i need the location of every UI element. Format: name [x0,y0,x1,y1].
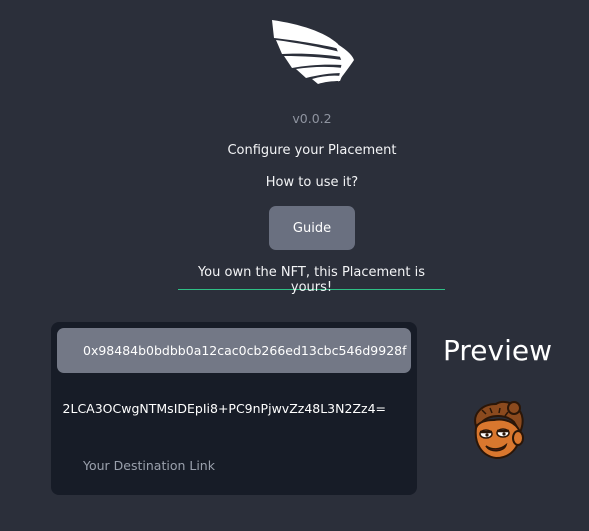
version-label: v0.0.2 [292,111,332,126]
guide-button[interactable]: Guide [269,206,355,250]
encoded-image-field[interactable]: 2LCA3OCwgNTMsIDEpIi8+PC9nPjwvZz48L3N2Zz4… [51,394,417,424]
cartoon-avatar-icon [474,400,524,460]
placement-form-panel: 0x98484b0bdbb0a12cac0cb266ed13cbc546d992… [51,322,417,495]
wing-logo-icon [272,20,354,84]
ownership-message: You own the NFT, this Placement is yours… [178,264,445,295]
encoded-image-value: 2LCA3OCwgNTMsIDEpIi8+PC9nPjwvZz48L3N2Zz4… [62,401,386,416]
configure-heading: Configure your Placement [227,143,397,158]
preview-title: Preview [443,334,552,367]
destination-link-field[interactable]: Your Destination Link [83,458,383,473]
how-to-label: How to use it? [265,175,359,190]
contract-address-field[interactable]: 0x98484b0bdbb0a12cac0cb266ed13cbc546d992… [57,328,411,373]
